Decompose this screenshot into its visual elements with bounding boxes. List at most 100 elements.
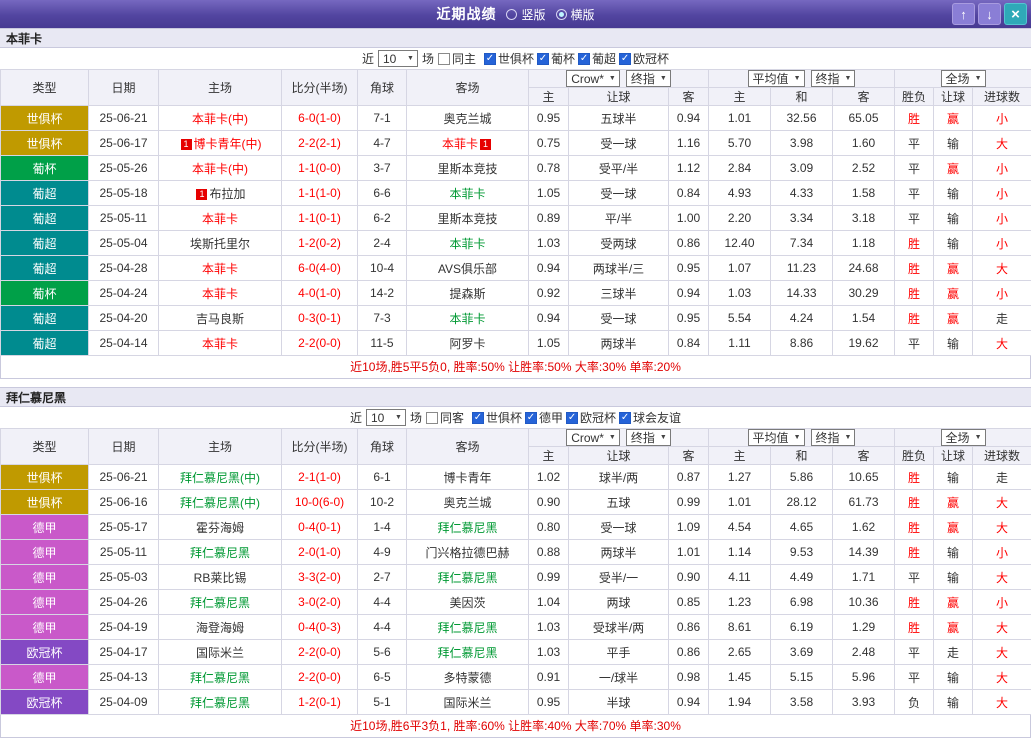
euro-time-select[interactable]: 终指 ▼ [811,429,856,446]
handicap-time-select-value: 终指 [631,429,655,446]
radio-label: 横版 [571,6,595,23]
euro-away-odds: 65.05 [833,106,895,131]
scroll-down-button[interactable]: ↓ [978,3,1001,25]
handicap-result-cell: 输 [934,131,973,156]
euro-time-select[interactable]: 终指 ▼ [811,70,856,87]
layout-horizontal-radio[interactable]: 横版 [556,6,595,23]
league-filter-checkbox[interactable]: ✓德甲 [525,409,563,426]
ah-away-odds: 1.00 [669,206,709,231]
match-date: 25-04-17 [89,640,159,665]
handicap-result-cell: 赢 [934,256,973,281]
chevron-down-icon: ▼ [609,434,616,441]
score-cell: 2-2(0-0) [282,665,358,690]
ah-away-odds: 0.95 [669,256,709,281]
euro-away-odds: 61.73 [833,490,895,515]
col-header-result: 胜负 [895,88,934,106]
euro-away-odds: 14.39 [833,540,895,565]
handicap-result-cell: 赢 [934,615,973,640]
handicap-time-select[interactable]: 终指 ▼ [626,70,671,87]
chevron-down-icon: ▼ [794,434,801,441]
scroll-up-button[interactable]: ↑ [952,3,975,25]
league-filter-checkbox[interactable]: ✓葡杯 [537,50,575,67]
euro-draw-odds: 3.69 [771,640,833,665]
euro-average-select-value: 平均值 [753,70,789,87]
chevron-down-icon: ▼ [845,434,852,441]
goals-result-cell: 小 [973,540,1031,565]
away-team-cell: 奥克兰城 [407,490,529,515]
league-filter-label: 世俱杯 [498,50,534,67]
rank-badge: 1 [181,139,192,150]
bookmaker-select[interactable]: Crow* ▼ [566,70,620,87]
euro-average-select[interactable]: 平均值 ▼ [748,429,805,446]
league-filter-checkbox[interactable]: ✓欧冠杯 [566,409,616,426]
league-type-cell: 德甲 [1,590,89,615]
goals-result-cell: 大 [973,331,1031,356]
goals-result-cell: 大 [973,490,1031,515]
score-cell: 0-3(0-1) [282,306,358,331]
ah-away-odds: 0.86 [669,231,709,256]
league-type-cell: 德甲 [1,615,89,640]
chevron-down-icon: ▼ [975,434,982,441]
league-filter-checkbox[interactable]: ✓葡超 [578,50,616,67]
ah-handicap: 受一球 [569,131,669,156]
col-header-handicap-result: 让球 [934,447,973,465]
match-date: 25-04-28 [89,256,159,281]
euro-away-odds: 2.52 [833,156,895,181]
league-type-cell: 葡超 [1,306,89,331]
league-type-cell: 德甲 [1,565,89,590]
bookmaker-select[interactable]: Crow* ▼ [566,429,620,446]
home-team-name: 拜仁慕尼黑 [190,696,250,710]
match-count-select[interactable]: 10 ▼ [366,409,406,426]
ah-away-odds: 0.84 [669,181,709,206]
checkbox-checked-icon: ✓ [484,53,496,65]
handicap-dropdowns-cell: Crow* ▼ 终指 ▼ [529,70,709,88]
home-team-cell: 1布拉加 [159,181,282,206]
euro-average-select[interactable]: 平均值 ▼ [748,70,805,87]
handicap-result-cell: 赢 [934,590,973,615]
summary-line: 近10场,胜6平3负1, 胜率:60% 让胜率:40% 大率:70% 单率:30… [0,715,1031,738]
away-team-name: 多特蒙德 [443,671,491,685]
euro-draw-odds: 5.15 [771,665,833,690]
match-date: 25-04-26 [89,590,159,615]
near-label: 近 [362,50,374,67]
layout-vertical-radio[interactable]: 竖版 [506,6,545,23]
euro-home-odds: 2.65 [709,640,771,665]
league-filter-checkbox[interactable]: ✓球会友谊 [619,409,681,426]
handicap-time-select[interactable]: 终指 ▼ [626,429,671,446]
league-type-cell: 葡超 [1,206,89,231]
home-team-cell: 本菲卡 [159,331,282,356]
league-filter-label: 葡杯 [551,50,575,67]
euro-draw-odds: 11.23 [771,256,833,281]
match-count-select[interactable]: 10 ▼ [378,50,418,67]
ah-away-odds: 0.99 [669,490,709,515]
euro-away-odds: 1.29 [833,615,895,640]
league-filter-checkbox[interactable]: ✓欧冠杯 [619,50,669,67]
team-name: 本菲卡 [0,28,1031,48]
checkbox-checked-icon: ✓ [619,53,631,65]
league-filter-checkbox[interactable]: ✓世俱杯 [472,409,522,426]
scope-select[interactable]: 全场 ▼ [941,429,986,446]
match-date: 25-05-17 [89,515,159,540]
league-filter-label: 世俱杯 [486,409,522,426]
ah-home-odds: 0.94 [529,256,569,281]
home-team-name: 吉马良斯 [196,312,244,326]
col-header-ah-handicap: 让球 [569,88,669,106]
scope-select[interactable]: 全场 ▼ [941,70,986,87]
goals-result-cell: 走 [973,306,1031,331]
home-team-cell: 海登海姆 [159,615,282,640]
ah-handicap: 受一球 [569,515,669,540]
euro-draw-odds: 28.12 [771,490,833,515]
euro-draw-odds: 7.34 [771,231,833,256]
same-venue-checkbox[interactable]: 同客 [426,409,464,426]
home-team-name: 本菲卡 [202,287,238,301]
corner-cell: 14-2 [358,281,407,306]
match-row: 世俱杯25-06-16拜仁慕尼黑(中)10-0(6-0)10-2奥克兰城0.90… [1,490,1031,515]
ah-handicap: 球半/两 [569,465,669,490]
match-date: 25-05-04 [89,231,159,256]
close-button[interactable]: × [1004,3,1027,25]
league-filter-checkbox[interactable]: ✓世俱杯 [484,50,534,67]
home-team-name: 本菲卡 [202,262,238,276]
away-team-name: 奥克兰城 [443,112,491,126]
score-cell: 10-0(6-0) [282,490,358,515]
same-venue-checkbox[interactable]: 同主 [438,50,476,67]
